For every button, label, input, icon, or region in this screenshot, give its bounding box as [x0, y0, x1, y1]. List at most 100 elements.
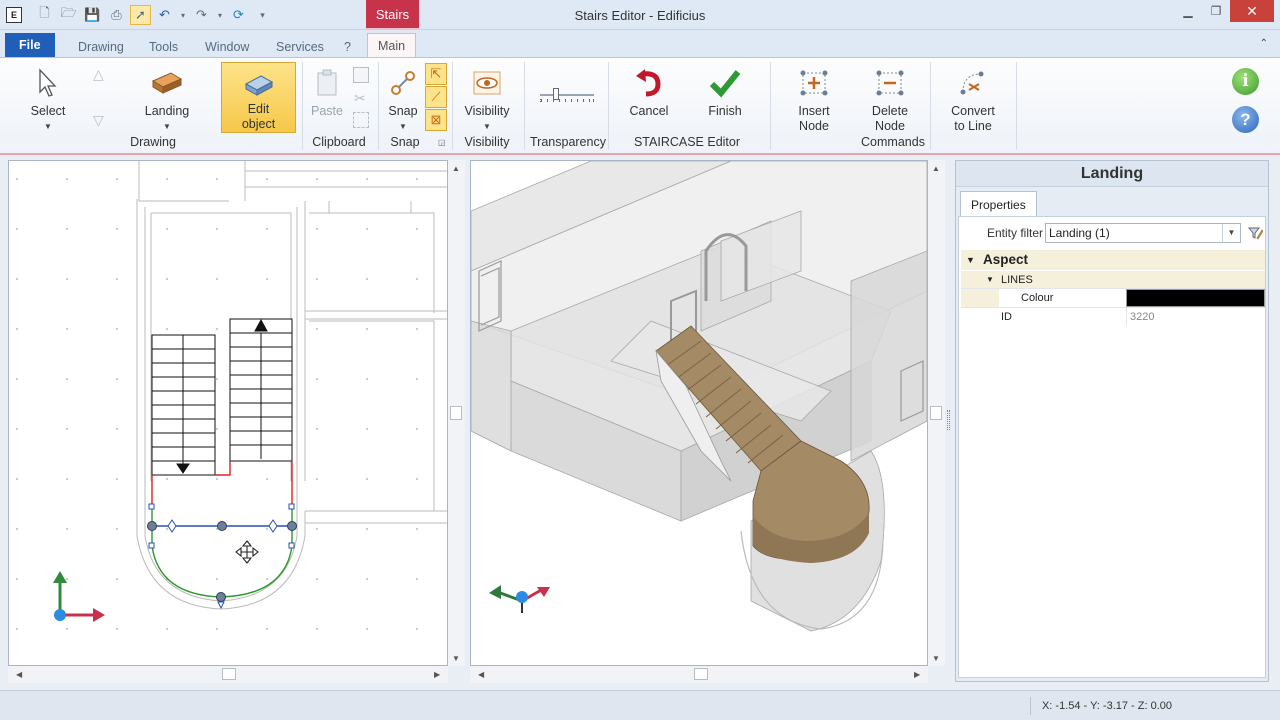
- tab-help[interactable]: ?: [334, 36, 361, 58]
- scroll-down-icon[interactable]: ▼: [452, 654, 460, 663]
- status-divider: [1030, 697, 1031, 715]
- group-label-snap: Snap: [390, 135, 420, 149]
- subcategory-lines[interactable]: ▼ LINES: [961, 270, 1265, 288]
- ribbon-tabs: File Drawing Tools Window Services ? Mai…: [0, 30, 1280, 58]
- insert-node-label-1: Insert: [798, 104, 830, 118]
- snap-endpoint-icon[interactable]: ⇱: [425, 63, 447, 85]
- transparency-slider-thumb[interactable]: [553, 88, 559, 100]
- title-bar: E 🗋 🗁 💾 ⎙ ➚ ↶ ▾ ↷ ▾ ⟳ ▾ Stairs Stairs Ed…: [0, 0, 1280, 30]
- group-label-visibility: Visibility: [464, 135, 510, 149]
- eye-icon: [470, 66, 504, 100]
- group-label-clipboard: Clipboard: [312, 135, 366, 149]
- group-label-drawing: Drawing: [130, 135, 176, 149]
- category-aspect[interactable]: ▼ Aspect: [961, 250, 1265, 270]
- view3d-vertical-scrollbar[interactable]: ▲ ▼: [928, 160, 945, 666]
- ribbon-separator: [378, 62, 379, 150]
- info-icon[interactable]: i: [1232, 68, 1259, 95]
- scroll-up-icon[interactable]: ▲: [932, 164, 940, 173]
- tab-services[interactable]: Services: [266, 36, 334, 58]
- window-controls: ▁ ❐ ✕: [1174, 0, 1274, 22]
- paste-button[interactable]: Paste: [309, 66, 345, 119]
- convert-label-1: Convert: [951, 104, 995, 118]
- checkmark-icon: [708, 66, 742, 100]
- entity-filter-row: Entity filter Landing (1) ▼: [959, 223, 1267, 243]
- help-icon[interactable]: ?: [1232, 106, 1259, 133]
- model-3d-drawing[interactable]: [471, 161, 927, 665]
- plan-vscroll-thumb[interactable]: [450, 406, 462, 420]
- plan-hscroll-thumb[interactable]: [222, 668, 236, 680]
- edit-object-label-1: Edit: [247, 102, 270, 116]
- tab-main[interactable]: Main: [367, 33, 417, 58]
- tab-tools[interactable]: Tools: [139, 36, 188, 58]
- entity-filter-select[interactable]: Landing (1) ▼: [1045, 223, 1241, 243]
- cancel-button[interactable]: Cancel: [626, 66, 672, 119]
- properties-body: Entity filter Landing (1) ▼ ▼ Aspect ▼ L…: [958, 216, 1266, 678]
- cut-icon[interactable]: ✂: [354, 90, 366, 107]
- chevron-down-icon: ▼: [399, 122, 407, 131]
- subcategory-lines-label: LINES: [1001, 274, 1033, 286]
- tab-drawing[interactable]: Drawing: [68, 36, 134, 58]
- snap-button[interactable]: Snap ▼: [384, 66, 422, 134]
- convert-to-line-button[interactable]: Convert to Line: [948, 66, 998, 134]
- filter-edit-icon[interactable]: [1247, 225, 1263, 241]
- select-button[interactable]: Select ▼: [26, 66, 70, 134]
- up-arrow-icon: △: [93, 66, 104, 82]
- view3d-vscroll-thumb[interactable]: [930, 406, 942, 420]
- paste-label: Paste: [311, 104, 343, 118]
- snap-grid-icon[interactable]: ⊠: [425, 109, 447, 131]
- view3d-hscroll-thumb[interactable]: [694, 668, 708, 680]
- maximize-icon[interactable]: ❐: [1202, 0, 1230, 22]
- ribbon: Select ▼ △ ▽ Landing ▼ Drawing Edit obje…: [0, 57, 1280, 155]
- tab-file[interactable]: File: [5, 33, 55, 58]
- scroll-right-icon[interactable]: ▶: [434, 670, 440, 679]
- transparency-slider[interactable]: [540, 88, 594, 102]
- tab-properties[interactable]: Properties: [960, 191, 1037, 217]
- view3d-horizontal-scrollbar[interactable]: ◀ ▶: [470, 666, 928, 683]
- edit-object-icon: [242, 68, 276, 100]
- finish-button[interactable]: Finish: [703, 66, 747, 119]
- ribbon-separator: [452, 62, 453, 150]
- convert-label-2: to Line: [954, 119, 992, 133]
- collapse-chevron-icon[interactable]: ▼: [966, 250, 975, 270]
- plan-drawing[interactable]: [9, 161, 447, 665]
- plan-view-2d[interactable]: [8, 160, 448, 666]
- close-icon[interactable]: ✕: [1230, 0, 1274, 22]
- minimize-icon[interactable]: ▁: [1174, 0, 1202, 22]
- colour-swatch[interactable]: [1126, 289, 1265, 307]
- landing-button[interactable]: Landing ▼: [140, 66, 194, 134]
- edit-object-button[interactable]: Edit object: [221, 62, 296, 133]
- insert-node-button[interactable]: Insert Node: [790, 66, 838, 134]
- row-gutter: [961, 289, 999, 307]
- scroll-right-icon[interactable]: ▶: [914, 670, 920, 679]
- paste-special-icon[interactable]: [353, 112, 369, 128]
- plan-horizontal-scrollbar[interactable]: ◀ ▶: [8, 666, 448, 683]
- scroll-left-icon[interactable]: ◀: [16, 670, 22, 679]
- window-title: Stairs Editor - Edificius: [574, 8, 706, 23]
- property-row-colour[interactable]: Colour: [961, 288, 1265, 307]
- colour-label: Colour: [1021, 292, 1054, 304]
- ribbon-separator: [770, 62, 771, 150]
- insert-node-icon: [797, 66, 831, 100]
- scroll-left-icon[interactable]: ◀: [478, 670, 484, 679]
- ribbon-separator: [302, 62, 303, 150]
- collapse-ribbon-icon[interactable]: ⌃: [1260, 38, 1268, 49]
- view-3d[interactable]: [470, 160, 928, 666]
- undo-arrow-icon: [632, 66, 666, 100]
- property-row-id[interactable]: ID 3220: [961, 307, 1265, 326]
- scroll-down-icon[interactable]: ▼: [932, 654, 940, 663]
- pointer-arrow-icon: [31, 66, 65, 100]
- scroll-up-icon[interactable]: ▲: [452, 164, 460, 173]
- copy-icon[interactable]: [353, 67, 369, 83]
- delete-node-button[interactable]: Delete Node: [866, 66, 914, 134]
- plan-vertical-scrollbar[interactable]: ▲ ▼: [448, 160, 465, 666]
- snap-midpoint-icon[interactable]: ⟋: [425, 86, 447, 108]
- chevron-down-icon[interactable]: ▼: [1222, 224, 1240, 242]
- visibility-button[interactable]: Visibility ▼: [461, 66, 513, 134]
- tab-window[interactable]: Window: [195, 36, 259, 58]
- collapse-chevron-icon[interactable]: ▼: [986, 271, 994, 289]
- splitter-handle[interactable]: [947, 410, 950, 430]
- ribbon-separator: [524, 62, 525, 150]
- property-grid: ▼ Aspect ▼ LINES Colour ID 3220: [961, 250, 1265, 326]
- snap-settings-icon[interactable]: ◲: [438, 138, 446, 147]
- id-value: 3220: [1126, 308, 1265, 326]
